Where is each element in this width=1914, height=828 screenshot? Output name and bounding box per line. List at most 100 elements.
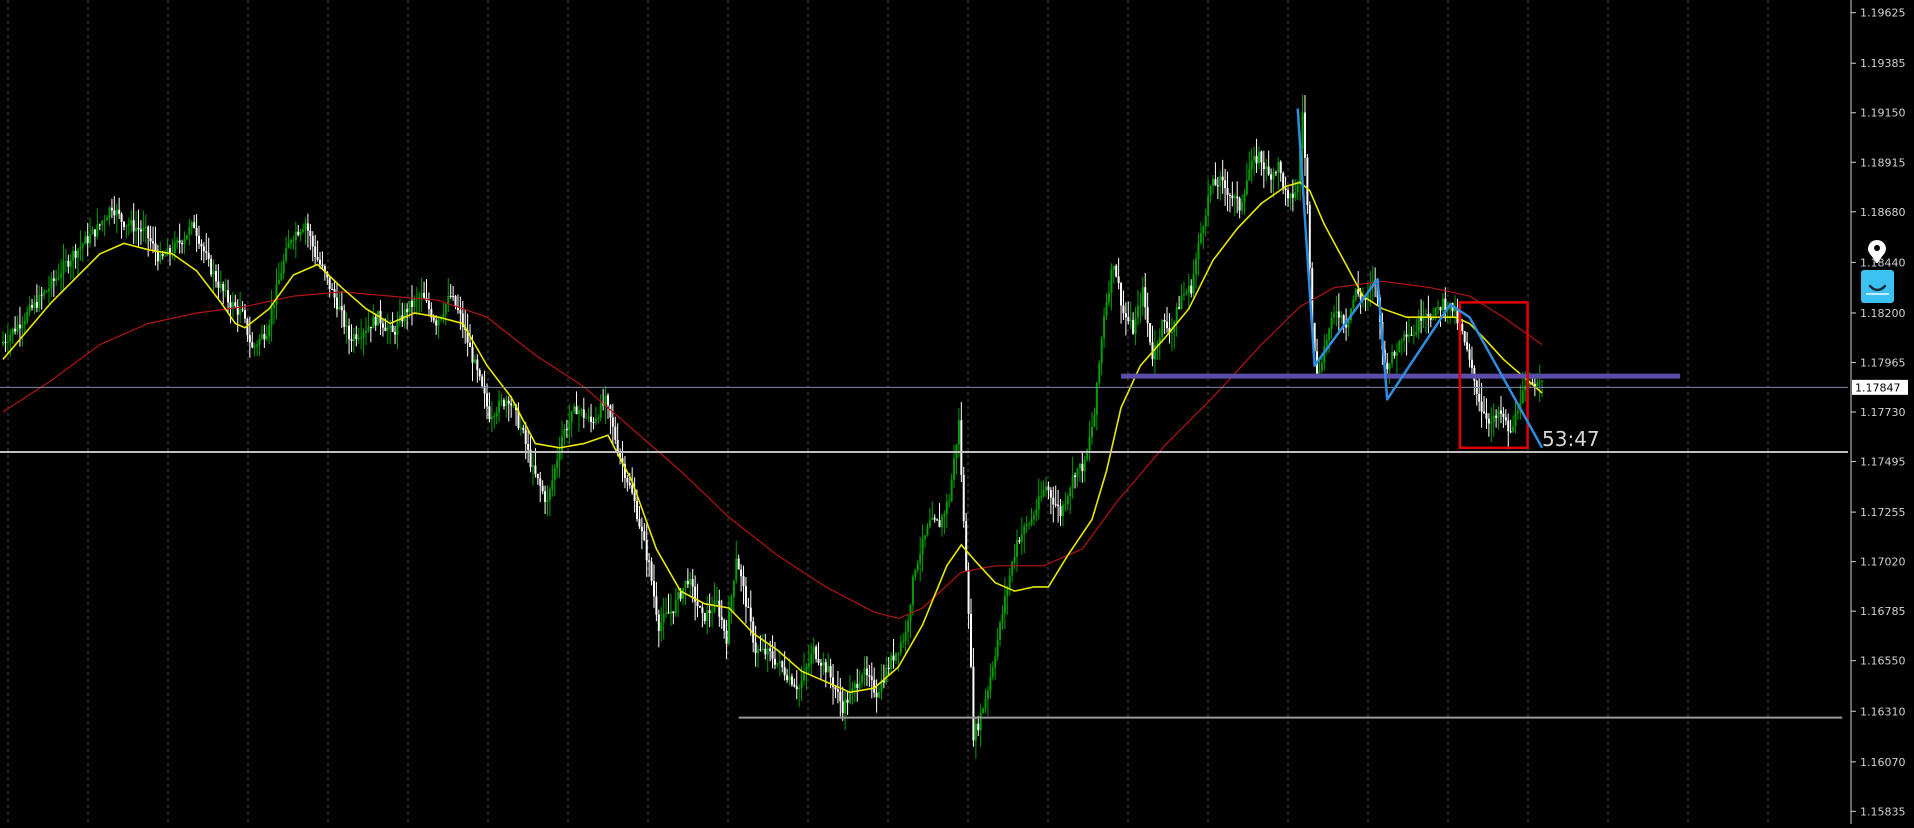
candle-bear[interactable] (1393, 352, 1396, 356)
candle-bear[interactable] (1018, 540, 1021, 542)
candle-bull[interactable] (224, 290, 227, 292)
candle-bear[interactable] (655, 596, 658, 615)
candle-bull[interactable] (1112, 265, 1115, 270)
candle-bear[interactable] (139, 229, 142, 232)
candle-bear[interactable] (1260, 151, 1263, 163)
candle-bull[interactable] (1064, 504, 1067, 506)
candle-bear[interactable] (679, 592, 682, 599)
candle-bull[interactable] (500, 400, 503, 402)
candle-bear[interactable] (1478, 393, 1481, 402)
candle-bull[interactable] (1490, 421, 1493, 424)
candle-bull[interactable] (11, 328, 14, 335)
candle-bear[interactable] (1190, 285, 1193, 294)
candle-bull[interactable] (142, 227, 145, 232)
candle-bull[interactable] (144, 226, 147, 228)
candle-bull[interactable] (1134, 317, 1137, 334)
candle-bear[interactable] (672, 611, 675, 614)
candle-bear[interactable] (836, 689, 839, 692)
candle-bull[interactable] (268, 325, 271, 337)
candle-bull[interactable] (1250, 160, 1253, 170)
candle-bull[interactable] (844, 699, 847, 714)
candle-bull[interactable] (1243, 194, 1246, 203)
candle-bull[interactable] (101, 221, 104, 225)
candle-bull[interactable] (1403, 334, 1406, 341)
candle-bull[interactable] (1492, 415, 1495, 422)
candle-bull[interactable] (1020, 534, 1023, 542)
candle-bull[interactable] (1388, 363, 1391, 370)
candle-bear[interactable] (611, 417, 614, 427)
candle-bull[interactable] (159, 254, 162, 262)
candle-bull[interactable] (253, 346, 256, 348)
app-chat-icon[interactable] (1861, 270, 1894, 303)
candle-bear[interactable] (933, 517, 936, 520)
candle-bull[interactable] (21, 324, 24, 329)
candle-bear[interactable] (423, 292, 426, 298)
candle-bull[interactable] (812, 646, 815, 654)
candle-bull[interactable] (287, 243, 290, 249)
candle-bull[interactable] (662, 613, 665, 623)
candle-bull[interactable] (1001, 614, 1004, 623)
candle-bear[interactable] (168, 248, 171, 254)
candle-bull[interactable] (1139, 306, 1142, 308)
candle-bull[interactable] (130, 220, 133, 225)
candle-bull[interactable] (1013, 556, 1016, 563)
candle-bear[interactable] (478, 370, 481, 377)
candle-bear[interactable] (873, 679, 876, 693)
candle-bull[interactable] (1088, 436, 1091, 451)
candle-bull[interactable] (103, 220, 106, 222)
candle-bull[interactable] (604, 395, 607, 406)
candle-bull[interactable] (1136, 306, 1139, 318)
candle-bear[interactable] (178, 240, 181, 243)
candle-bear[interactable] (793, 684, 796, 687)
candle-bear[interactable] (759, 649, 762, 651)
candle-bull[interactable] (546, 499, 549, 502)
candle-bear[interactable] (31, 305, 34, 308)
candle-bear[interactable] (725, 630, 728, 644)
candle-bull[interactable] (89, 234, 92, 244)
candle-bull[interactable] (43, 291, 46, 296)
candle-bull[interactable] (357, 337, 360, 340)
candle-bull[interactable] (81, 244, 84, 247)
candle-bear[interactable] (205, 251, 208, 253)
candle-bear[interactable] (394, 331, 397, 335)
candle-bull[interactable] (1325, 340, 1328, 347)
candle-bull[interactable] (587, 416, 590, 418)
candle-bear[interactable] (469, 342, 472, 347)
candle-bull[interactable] (1078, 463, 1081, 469)
candle-bull[interactable] (33, 301, 36, 308)
candle-bear[interactable] (343, 310, 346, 327)
candle-bull[interactable] (945, 502, 948, 514)
candle-bear[interactable] (297, 231, 300, 235)
candle-bear[interactable] (1270, 174, 1273, 180)
candle-bull[interactable] (1103, 315, 1106, 339)
candle-bear[interactable] (1308, 205, 1311, 269)
candle-bear[interactable] (1480, 401, 1483, 412)
candle-bear[interactable] (210, 258, 213, 275)
candle-bear[interactable] (1337, 311, 1340, 318)
candle-bear[interactable] (350, 339, 353, 342)
candle-bull[interactable] (953, 458, 956, 480)
candle-bear[interactable] (1470, 359, 1473, 368)
candle-bull[interactable] (573, 406, 576, 412)
candle-bull[interactable] (1296, 184, 1299, 193)
candle-bear[interactable] (718, 600, 721, 617)
candle-bear[interactable] (406, 309, 409, 312)
candle-bear[interactable] (962, 474, 965, 522)
candle-bull[interactable] (505, 400, 508, 407)
candle-bull[interactable] (757, 649, 760, 654)
candle-bull[interactable] (127, 224, 130, 226)
candle-bull[interactable] (570, 411, 573, 422)
candle-bull[interactable] (338, 306, 341, 310)
candle-bull[interactable] (561, 436, 564, 452)
candle-bear[interactable] (841, 701, 844, 714)
candle-bull[interactable] (289, 240, 292, 244)
candle-bear[interactable] (98, 224, 101, 226)
candle-bull[interactable] (1328, 328, 1331, 341)
candle-bear[interactable] (638, 519, 641, 527)
candle-bull[interactable] (1330, 317, 1333, 329)
candle-bull[interactable] (548, 488, 551, 500)
candle-bear[interactable] (773, 658, 776, 665)
candle-bull[interactable] (715, 600, 718, 602)
candle-bull[interactable] (1514, 413, 1517, 427)
candle-bull[interactable] (1253, 156, 1256, 161)
